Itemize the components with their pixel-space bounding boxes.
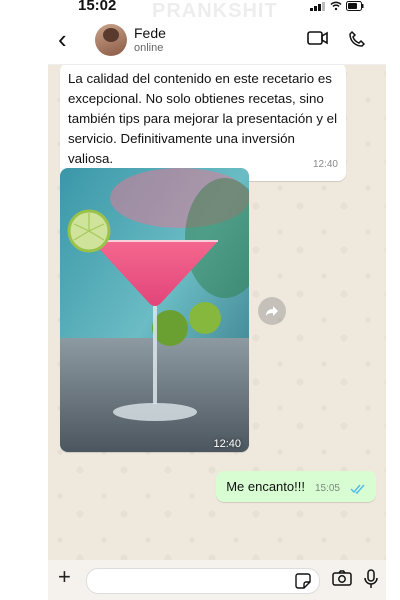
phone-call-icon[interactable] <box>348 30 366 48</box>
message-time: 15:05 <box>314 483 340 494</box>
status-bar: 15:02 PRANKSHIT <box>48 0 386 22</box>
video-call-icon[interactable] <box>307 30 329 46</box>
cocktail-photo[interactable]: 12:40 <box>60 168 249 452</box>
message-text: La calidad del contenido en este recetar… <box>68 71 338 166</box>
contact-name[interactable]: Fede <box>134 25 166 41</box>
incoming-image-bubble[interactable]: 12:40 <box>60 168 249 452</box>
message-text: Me encanto!!! <box>226 479 305 494</box>
phone-screen: 15:02 PRANKSHIT ‹ Fede online La calidad… <box>48 0 386 600</box>
sticker-icon[interactable] <box>295 573 311 589</box>
forward-icon[interactable] <box>258 297 286 325</box>
avatar[interactable] <box>95 24 127 56</box>
status-icons <box>310 1 364 11</box>
status-time: 15:02 <box>78 0 117 14</box>
composer-bar: + <box>48 560 386 600</box>
image-time: 12:40 <box>213 438 241 450</box>
message-input[interactable] <box>86 568 320 594</box>
battery-icon <box>346 1 364 11</box>
outgoing-text-bubble[interactable]: Me encanto!!! 15:05 <box>216 471 376 502</box>
wifi-icon <box>330 1 342 11</box>
chevron-left-icon[interactable]: ‹ <box>58 26 67 52</box>
mic-icon[interactable] <box>364 569 378 589</box>
plus-icon[interactable]: + <box>58 566 71 588</box>
presence-status: online <box>134 42 164 54</box>
camera-icon[interactable] <box>332 570 352 586</box>
signal-icon <box>310 1 326 11</box>
double-check-icon <box>350 484 365 494</box>
incoming-text-bubble[interactable]: La calidad del contenido en este recetar… <box>60 63 346 181</box>
chat-header: ‹ Fede online <box>48 16 386 65</box>
watermark: PRANKSHIT <box>152 0 278 22</box>
